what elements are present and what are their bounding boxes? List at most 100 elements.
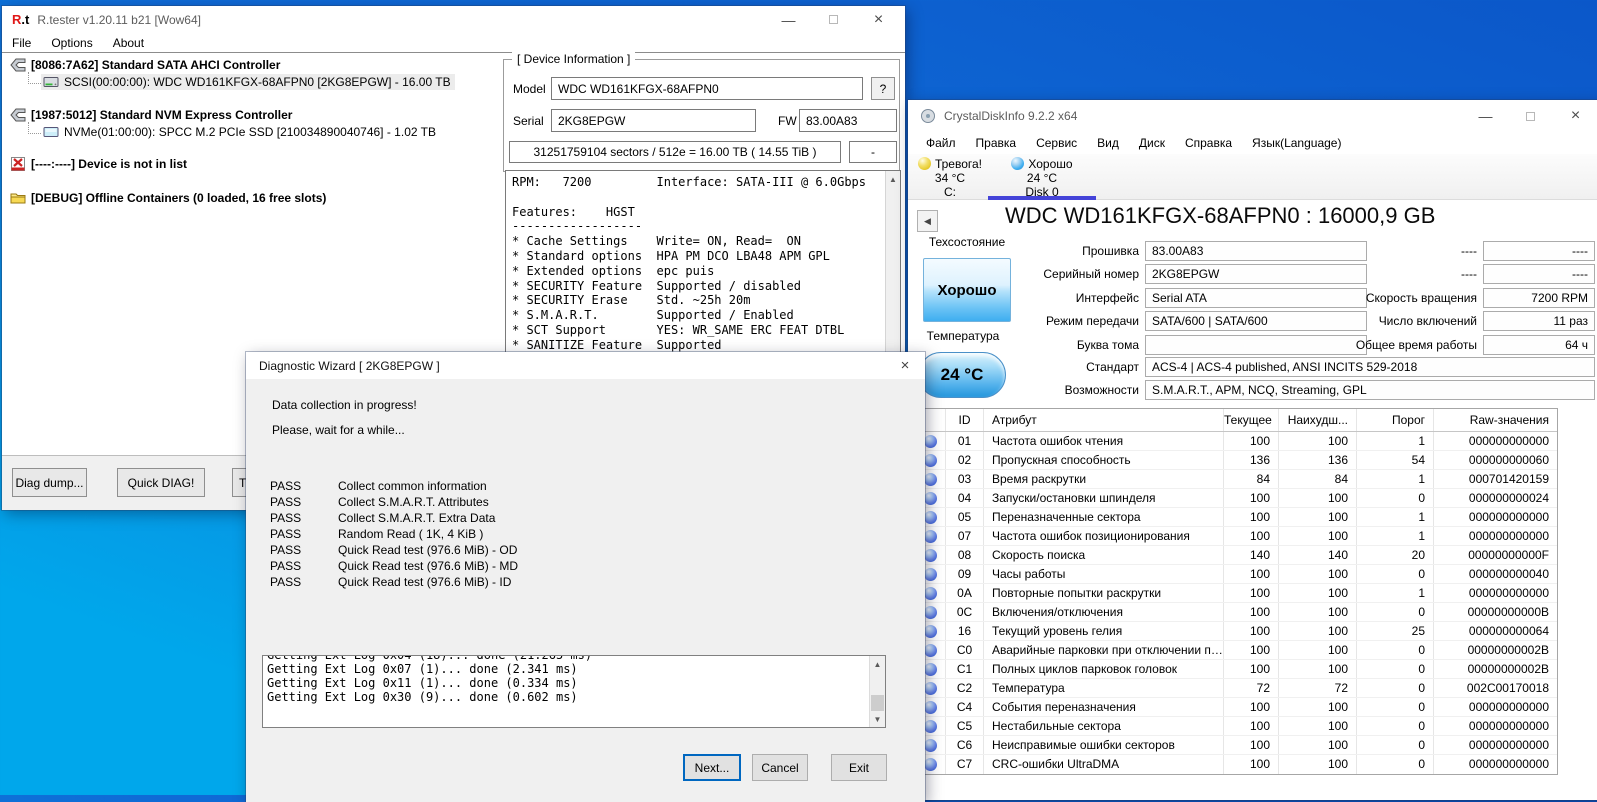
smart-attribute-row[interactable]: C1 Полных циклов парковок головок 100 100 0 0… xyxy=(916,660,1557,679)
diag-dump-button[interactable]: Diag dump... xyxy=(12,468,87,497)
drive-fields-left: Прошивка 83.00A83 Серийный номер 2KG8EPGW Ин… xyxy=(960,241,1367,358)
smart-attribute-row[interactable]: 09 Часы работы 100 100 0 000000000040 xyxy=(916,565,1557,584)
attr-raw: 000000000040 xyxy=(1468,567,1549,581)
menu-item-1[interactable]: Правка xyxy=(966,134,1027,152)
model-field[interactable]: WDC WD161KFGX-68AFPN0 xyxy=(551,77,863,100)
step-status: PASS xyxy=(270,495,302,509)
drive-tab-0[interactable]: Тревога! 34 °C C: xyxy=(914,154,986,200)
drive-tab-1[interactable]: Хорошо 24 °C Disk 0 xyxy=(986,154,1098,200)
close-icon[interactable]: × xyxy=(891,355,919,376)
next-button[interactable]: Next... xyxy=(683,754,741,781)
tree-item[interactable]: [1987:5012] Standard NVM Express Control… xyxy=(8,106,296,123)
tree-item-label: [1987:5012] Standard NVM Express Control… xyxy=(31,107,293,122)
model-label: Model xyxy=(513,82,546,96)
scroll-up-icon[interactable]: ▲ xyxy=(886,171,900,187)
attr-id: C6 xyxy=(946,736,984,754)
attr-name: CRC-ошибки UltraDMA xyxy=(984,755,1224,774)
tree-item[interactable]: NVMe(01:00:00): SPCC M.2 PCIe SSD [21003… xyxy=(8,121,440,140)
log-scrollbar[interactable]: ▲ ▼ xyxy=(869,656,885,727)
attr-threshold: 0 xyxy=(1357,489,1434,507)
attr-raw: 000000000000 xyxy=(1468,757,1549,771)
field-label: Скорость вращения xyxy=(1365,290,1477,305)
smart-attribute-row[interactable]: 16 Текущий уровень гелия 100 100 25 000000000… xyxy=(916,622,1557,641)
smart-attribute-row[interactable]: 01 Частота ошибок чтения 100 100 1 0000000000… xyxy=(916,432,1557,451)
attribute-column-header: Атрибут xyxy=(984,409,1224,431)
smart-attribute-row[interactable]: 05 Переназначенные сектора 100 100 1 00000000… xyxy=(916,508,1557,527)
worst-column-header: Наихудш... xyxy=(1279,409,1357,431)
device-details-line: RPM: 7200 Interface: SATA-III @ 6.0Gbps xyxy=(512,175,867,189)
tab-status: Тревога! xyxy=(934,156,983,171)
smart-attribute-row[interactable]: C6 Неисправимые ошибки секторов 100 100 0 000… xyxy=(916,736,1557,755)
wizard-titlebar: Diagnostic Wizard [ 2KG8EPGW ] × xyxy=(246,352,925,379)
attr-raw: 000000000000 xyxy=(1468,510,1549,524)
close-icon[interactable]: × xyxy=(1553,100,1597,132)
minimize-icon[interactable]: — xyxy=(1463,100,1508,132)
menu-item-3[interactable]: Вид xyxy=(1087,134,1129,152)
drive-title: WDC WD161KFGX-68AFPN0 : 16000,9 GB xyxy=(1005,203,1436,228)
device-details-line: ------------------ xyxy=(512,219,643,234)
minimize-icon[interactable]: — xyxy=(766,6,811,33)
step-status: PASS xyxy=(270,527,302,541)
attr-current: 100 xyxy=(1224,660,1279,678)
smart-attribute-row[interactable]: C2 Температура 72 72 0 002C00170018 xyxy=(916,679,1557,698)
field-value[interactable]: ---- xyxy=(1483,264,1595,285)
field-value[interactable]: 7200 RPM xyxy=(1483,287,1595,308)
maximize-icon[interactable] xyxy=(811,6,856,33)
smart-attribute-row[interactable]: 04 Запуски/остановки шпинделя 100 100 0 00000… xyxy=(916,489,1557,508)
attr-worst: 100 xyxy=(1279,736,1357,754)
attr-worst: 100 xyxy=(1279,432,1357,450)
scroll-up-icon[interactable]: ▲ xyxy=(870,656,885,672)
attr-worst: 100 xyxy=(1279,527,1357,545)
menu-item-6[interactable]: Язык(Language) xyxy=(1242,134,1351,152)
field-value[interactable]: S.M.A.R.T., APM, NCQ, Streaming, GPL xyxy=(1145,380,1595,401)
attr-worst: 100 xyxy=(1279,584,1357,602)
close-icon[interactable]: × xyxy=(856,6,901,33)
tree-item[interactable]: [----:----] Device is not in list xyxy=(8,155,191,172)
wizard-step: PASS Quick Read test (976.6 MiB) - OD xyxy=(246,543,906,559)
firmware-field[interactable]: 83.00A83 xyxy=(799,109,897,132)
smart-attribute-row[interactable]: 0C Включения/отключения 100 100 0 00000000000… xyxy=(916,603,1557,622)
attr-id: C5 xyxy=(946,717,984,735)
field-value[interactable]: ACS-4 | ACS-4 published, ANSI INCITS 529… xyxy=(1145,357,1595,377)
smart-attribute-row[interactable]: C4 События переназначения 100 100 0 000000000… xyxy=(916,698,1557,717)
field-row: Интерфейс Serial ATA xyxy=(960,287,1367,311)
smart-attribute-row[interactable]: C0 Аварийные парковки при отключении пи..… xyxy=(916,641,1557,660)
tree-item[interactable]: [8086:7A62] Standard SATA AHCI Controlle… xyxy=(8,56,284,73)
status-sphere-icon xyxy=(924,453,937,467)
help-button[interactable]: ? xyxy=(871,77,895,100)
field-value[interactable]: ---- xyxy=(1483,241,1595,261)
quick-diag-button[interactable]: Quick DIAG! xyxy=(117,468,205,497)
device-details-line: * Cache Settings Write= ON, Read= ON xyxy=(512,234,801,249)
smart-attribute-row[interactable]: 02 Пропускная способность 136 136 54 00000000… xyxy=(916,451,1557,470)
maximize-icon[interactable] xyxy=(1508,100,1553,132)
field-value[interactable]: 11 раз xyxy=(1483,311,1595,332)
smart-attribute-row[interactable]: 08 Скорость поиска 140 140 20 00000000000F xyxy=(916,546,1557,565)
menu-item-2[interactable]: Сервис xyxy=(1026,134,1087,152)
attr-raw: 000000000000 xyxy=(1468,586,1549,600)
wizard-step: PASS Collect common information xyxy=(246,479,906,495)
attr-id: 02 xyxy=(946,451,984,469)
cancel-button[interactable]: Cancel xyxy=(752,754,808,781)
exit-button[interactable]: Exit xyxy=(831,754,887,781)
scroll-down-icon[interactable]: ▼ xyxy=(870,711,885,727)
smart-attribute-row[interactable]: C7 CRC-ошибки UltraDMA 100 100 0 000000000000 xyxy=(916,755,1557,774)
status-sphere-icon xyxy=(924,700,937,714)
serial-field[interactable]: 2KG8EPGW xyxy=(551,109,756,132)
field-value[interactable]: 64 ч xyxy=(1483,334,1595,355)
smart-attribute-row[interactable]: 07 Частота ошибок позиционирования 100 100 1… xyxy=(916,527,1557,546)
status-sphere-icon xyxy=(924,738,937,752)
tree-item[interactable]: SCSI(00:00:00): WDC WD161KFGX-68AFPN0 [2… xyxy=(8,71,455,90)
error-icon xyxy=(10,156,26,171)
field-row: Стандарт ACS-4 | ACS-4 published, ANSI IN… xyxy=(960,357,1595,380)
back-button[interactable]: ◀ xyxy=(917,210,938,232)
smart-attribute-row[interactable]: 03 Время раскрутки 84 84 1 000701420159 xyxy=(916,470,1557,489)
menu-item-4[interactable]: Диск xyxy=(1129,134,1175,152)
smart-attribute-row[interactable]: C5 Нестабильные сектора 100 100 0 00000000000… xyxy=(916,717,1557,736)
attr-raw: 000000000000 xyxy=(1468,529,1549,543)
attr-threshold: 0 xyxy=(1357,641,1434,659)
smart-attribute-row[interactable]: 0A Повторные попытки раскрутки 100 100 1 0000… xyxy=(916,584,1557,603)
menu-item-5[interactable]: Справка xyxy=(1175,134,1242,152)
menu-item-0[interactable]: Файл xyxy=(916,134,966,152)
step-status: PASS xyxy=(270,511,302,525)
tree-item[interactable]: [DEBUG] Offline Containers (0 loaded, 16… xyxy=(8,189,330,206)
